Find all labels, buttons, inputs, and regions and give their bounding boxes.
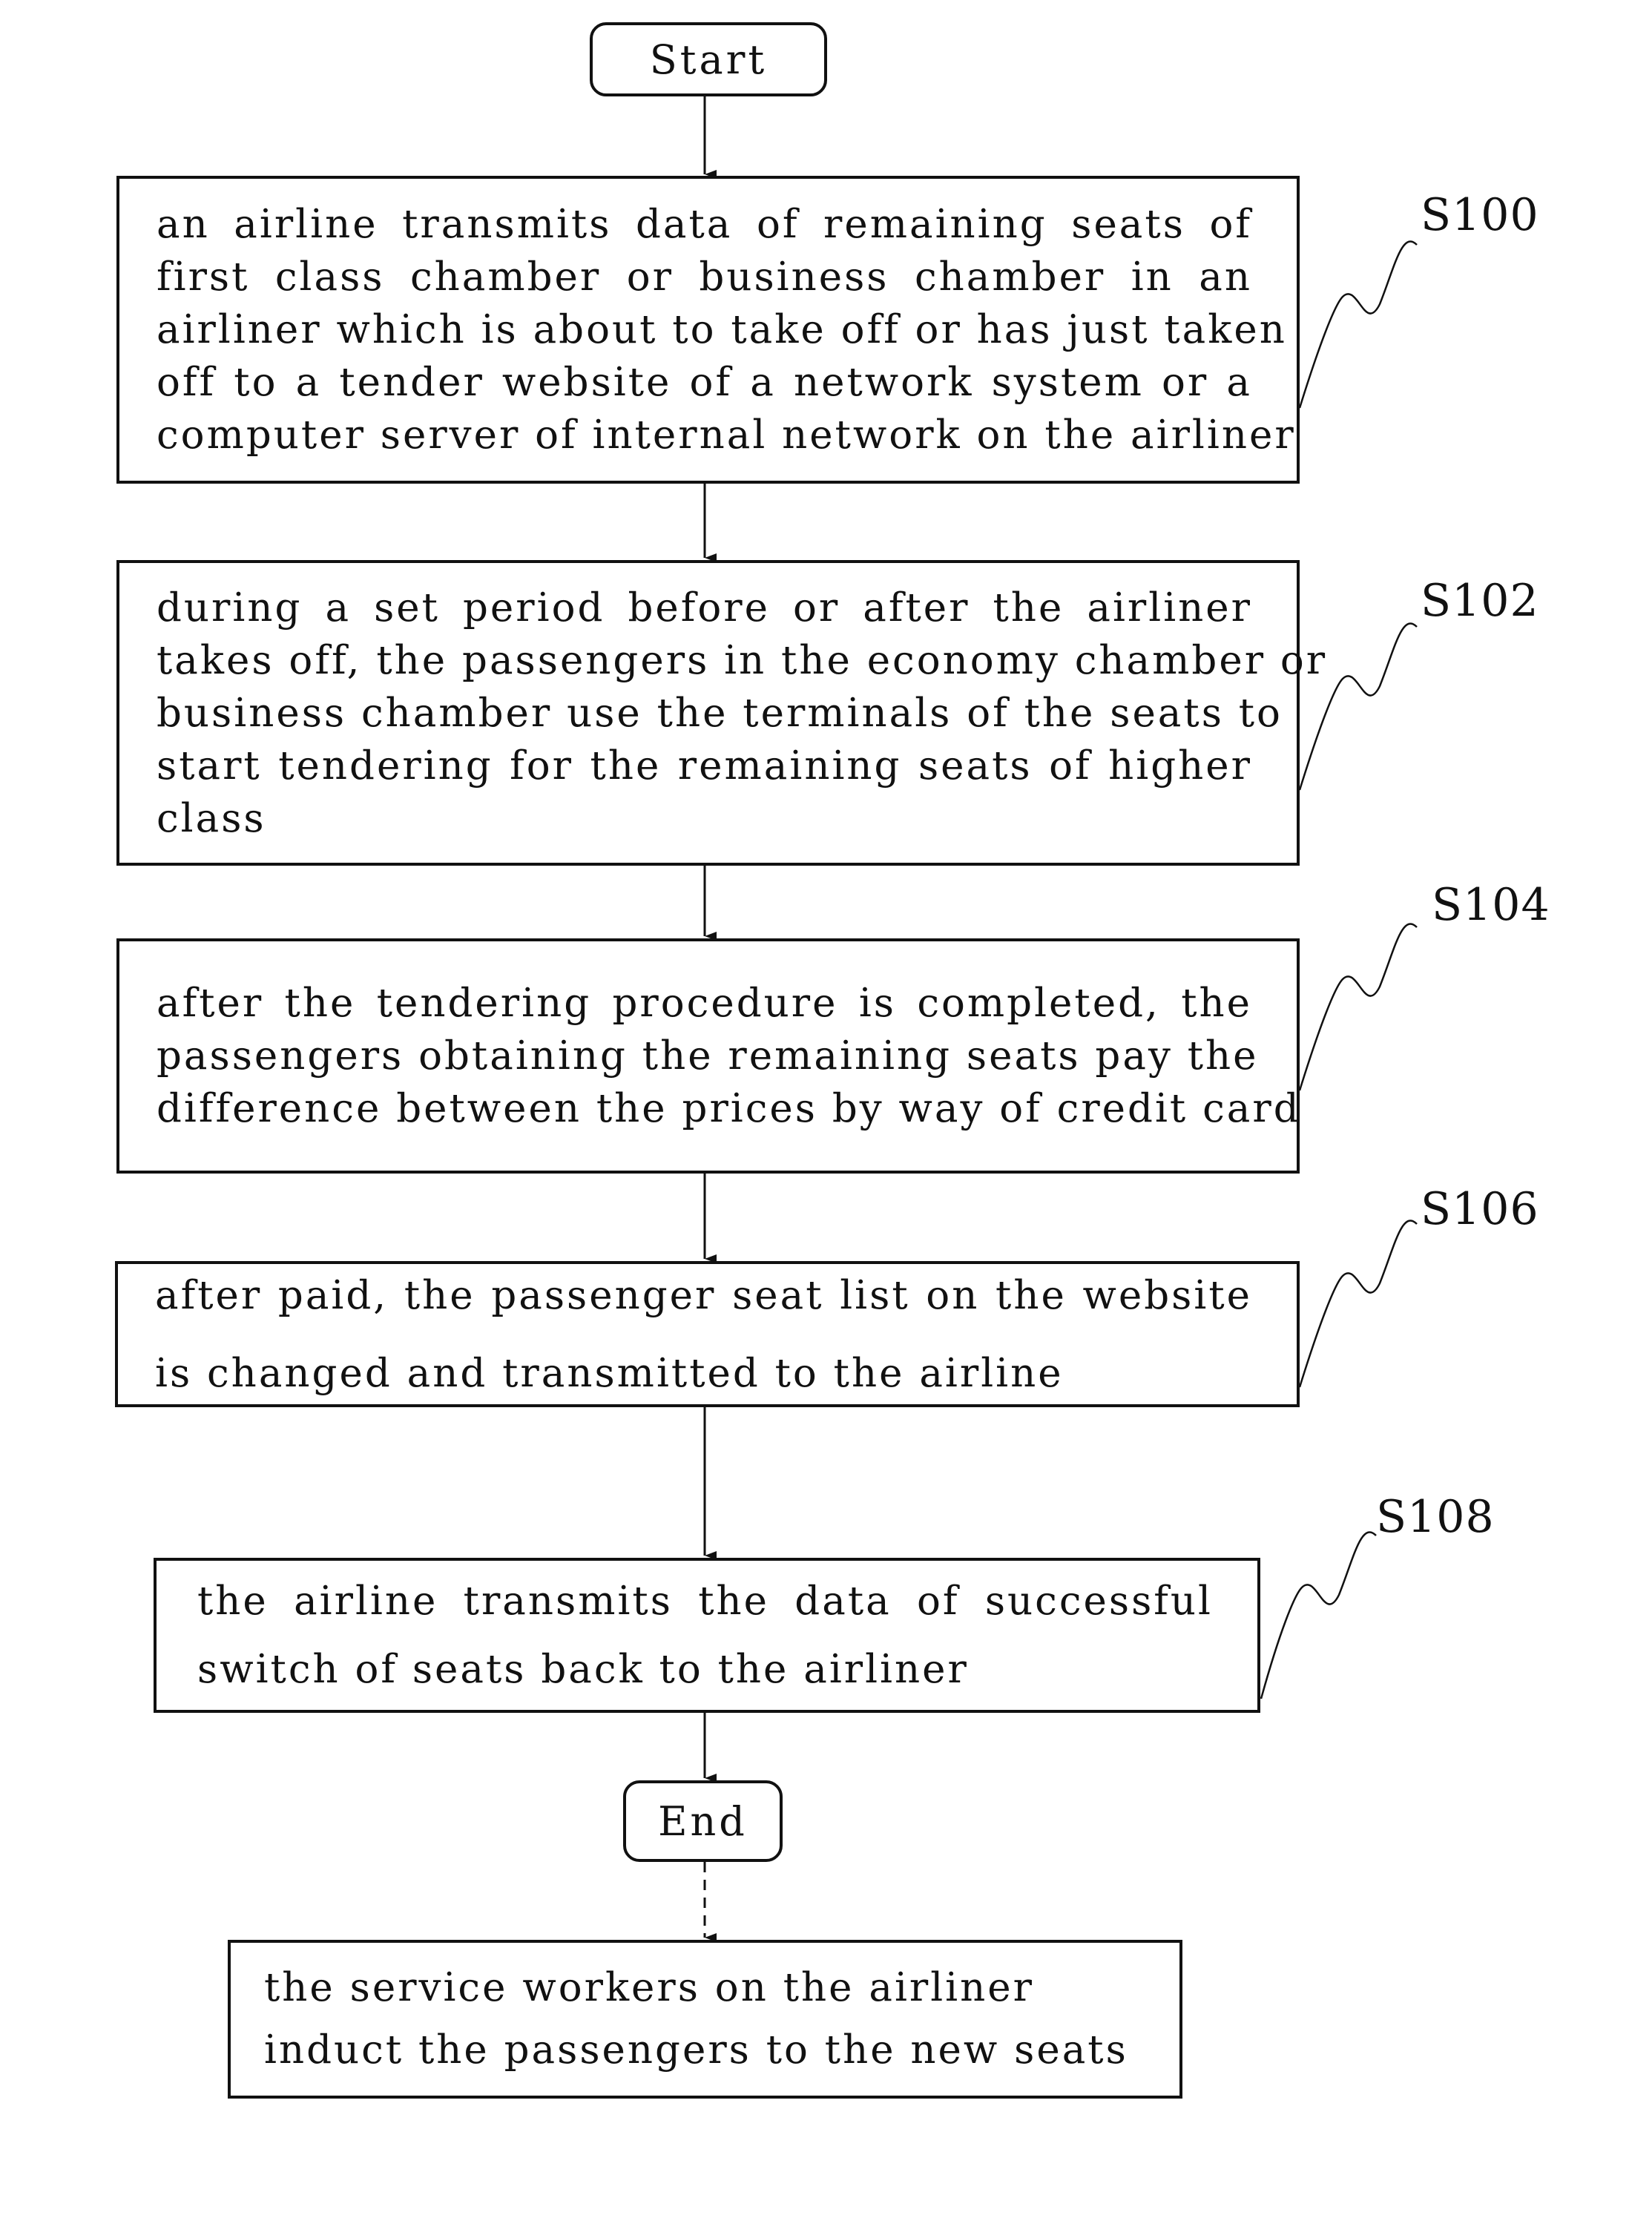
- step-text-line: is changed and transmitted to the airlin…: [155, 1350, 1064, 1396]
- final-step-box: the service workers on the airliner indu…: [228, 1940, 1182, 2099]
- step-text-line: business chamber use the terminals of th…: [157, 690, 1283, 736]
- leader-line-s108: [1260, 1531, 1377, 1699]
- step-text-line: class: [157, 795, 266, 841]
- step-label-s100: S100: [1421, 189, 1539, 241]
- leader-line-s106: [1298, 1220, 1418, 1388]
- step-text-line: induct the passengers to the new seats: [264, 2027, 1128, 2073]
- start-terminal: Start: [590, 22, 827, 96]
- step-label-s108: S108: [1376, 1491, 1495, 1543]
- step-box-s102: during a set period before or after the …: [116, 560, 1328, 866]
- end-terminal: End: [623, 1780, 783, 1862]
- step-box-s108: the airline transmits the data of succes…: [154, 1558, 1260, 1713]
- step-text-line: first class chamber or business chamber …: [157, 254, 1252, 300]
- step-text-line: off to a tender website of a network sys…: [157, 360, 1252, 405]
- step-text-line: the airline transmits the data of succes…: [197, 1578, 1213, 1624]
- step-text-line: after the tendering procedure is complet…: [157, 981, 1252, 1026]
- step-label-s102: S102: [1421, 575, 1539, 627]
- step-text-line: difference between the prices by way of …: [157, 1086, 1301, 1131]
- step-text-line: after paid, the passenger seat list on t…: [155, 1272, 1252, 1318]
- step-box-s106: after paid, the passenger seat list on t…: [115, 1261, 1300, 1407]
- step-text-line: computer server of internal network on t…: [157, 412, 1296, 458]
- step-box-s104: after the tendering procedure is complet…: [116, 938, 1300, 1174]
- step-box-s100: an airline transmits data of remaining s…: [116, 176, 1300, 484]
- step-text-line: passengers obtaining the remaining seats…: [157, 1033, 1259, 1079]
- step-text-line: the service workers on the airliner: [264, 1965, 1034, 2010]
- leader-line-s100: [1298, 240, 1418, 409]
- start-label: Start: [649, 36, 768, 83]
- step-label-s104: S104: [1432, 879, 1550, 931]
- step-text-line: switch of seats back to the airliner: [197, 1646, 969, 1692]
- step-text-line: during a set period before or after the …: [157, 585, 1252, 631]
- step-label-s106: S106: [1421, 1183, 1539, 1235]
- step-text-line: start tendering for the remaining seats …: [157, 743, 1252, 789]
- step-text-line: an airline transmits data of remaining s…: [157, 202, 1252, 247]
- leader-line-s104: [1298, 923, 1418, 1091]
- end-label: End: [658, 1797, 748, 1845]
- step-text-line: airliner which is about to take off or h…: [157, 307, 1287, 352]
- step-text-line: takes off, the passengers in the economy…: [157, 637, 1328, 683]
